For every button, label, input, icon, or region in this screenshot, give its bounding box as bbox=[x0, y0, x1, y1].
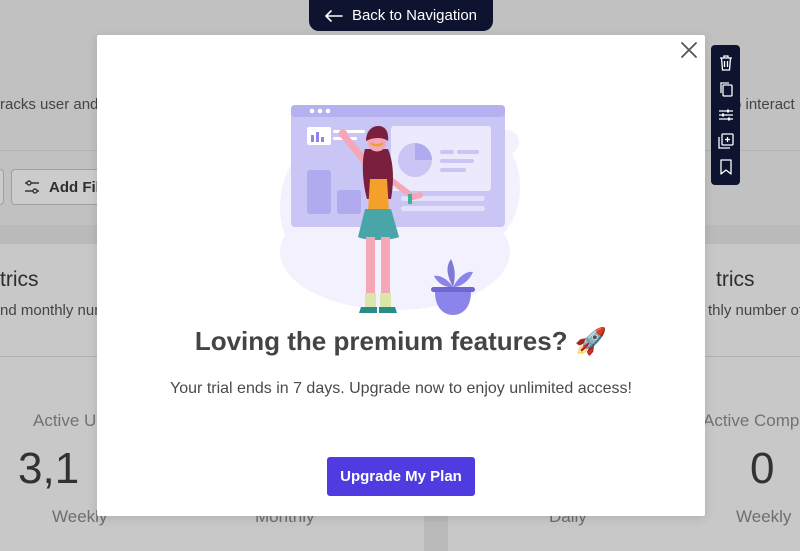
trash-icon[interactable] bbox=[716, 53, 736, 73]
upgrade-modal: Loving the premium features? 🚀 Your tria… bbox=[97, 35, 705, 516]
premium-illustration bbox=[275, 67, 525, 327]
modal-subtitle: Your trial ends in 7 days. Upgrade now t… bbox=[170, 380, 632, 397]
upgrade-plan-button[interactable]: Upgrade My Plan bbox=[327, 457, 475, 496]
side-toolbar bbox=[711, 45, 740, 185]
back-to-navigation-button[interactable]: Back to Navigation bbox=[309, 0, 493, 31]
copy-icon[interactable] bbox=[716, 79, 736, 99]
sliders-icon[interactable] bbox=[716, 105, 736, 125]
arrow-left-icon bbox=[325, 9, 343, 22]
duplicate-icon[interactable] bbox=[716, 131, 736, 151]
bookmark-icon[interactable] bbox=[716, 157, 736, 177]
close-icon[interactable] bbox=[679, 40, 699, 60]
back-to-navigation-label: Back to Navigation bbox=[351, 7, 478, 24]
modal-title: Loving the premium features? 🚀 bbox=[194, 326, 608, 356]
